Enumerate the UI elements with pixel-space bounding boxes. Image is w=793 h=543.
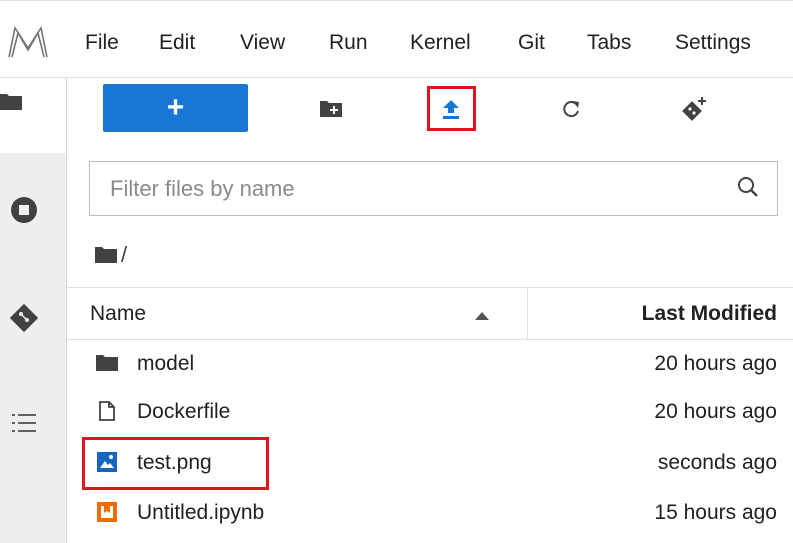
sort-ascending-icon: [475, 312, 489, 320]
menu-kernel[interactable]: Kernel: [410, 30, 471, 56]
list-item[interactable]: Untitled.ipynb 15 hours ago: [67, 489, 793, 539]
filter-box: [89, 161, 778, 216]
search-icon: [738, 177, 758, 197]
file-modified: seconds ago: [657, 451, 777, 474]
breadcrumb: /: [95, 242, 127, 268]
menu-bar: File Edit View Run Kernel Git Tabs Setti…: [0, 0, 793, 78]
breadcrumb-path[interactable]: /: [121, 242, 127, 268]
refresh-button[interactable]: [557, 95, 585, 123]
menu-view[interactable]: View: [240, 30, 285, 56]
folder-home-icon[interactable]: [95, 246, 117, 264]
running-sessions-icon[interactable]: [10, 196, 38, 224]
folder-icon[interactable]: [0, 91, 22, 111]
menu-settings[interactable]: Settings: [675, 30, 751, 56]
menu-run[interactable]: Run: [329, 30, 368, 56]
top-border: [0, 0, 793, 1]
menu-file[interactable]: File: [85, 30, 119, 56]
file-modified: 15 hours ago: [654, 501, 777, 524]
folder-icon: [95, 351, 119, 375]
column-divider[interactable]: [527, 288, 528, 340]
new-launcher-button[interactable]: +: [103, 84, 248, 132]
new-folder-button[interactable]: [317, 96, 345, 120]
git-clone-button[interactable]: [677, 94, 711, 124]
file-modified: 20 hours ago: [654, 400, 777, 423]
column-header-name[interactable]: Name: [90, 302, 146, 326]
test-png-highlight-box: [82, 437, 269, 490]
list-item[interactable]: model 20 hours ago: [67, 340, 793, 390]
refresh-icon: [563, 101, 579, 118]
table-of-contents-icon[interactable]: [12, 412, 36, 434]
column-header-last-modified[interactable]: Last Modified: [642, 302, 777, 326]
list-item[interactable]: Dockerfile 20 hours ago: [67, 388, 793, 438]
left-activity-bar: [0, 78, 67, 543]
menu-tabs[interactable]: Tabs: [587, 30, 631, 56]
upload-highlight-box: [427, 86, 476, 131]
listing-header: Name Last Modified: [67, 287, 793, 340]
git-clone-icon: [682, 97, 706, 121]
file-name: model: [137, 352, 195, 375]
file-name: Untitled.ipynb: [137, 501, 265, 524]
menu-git[interactable]: Git: [518, 30, 545, 56]
git-icon[interactable]: [8, 302, 40, 334]
notebook-icon: [95, 500, 119, 524]
jupyter-logo-icon: [8, 25, 48, 58]
menu-edit[interactable]: Edit: [159, 30, 195, 56]
new-folder-icon: [320, 100, 342, 117]
file-icon: [95, 399, 119, 423]
file-name: Dockerfile: [137, 400, 231, 423]
file-browser-tab[interactable]: [0, 78, 67, 153]
file-modified: 20 hours ago: [654, 352, 777, 375]
filter-input[interactable]: [90, 162, 730, 215]
